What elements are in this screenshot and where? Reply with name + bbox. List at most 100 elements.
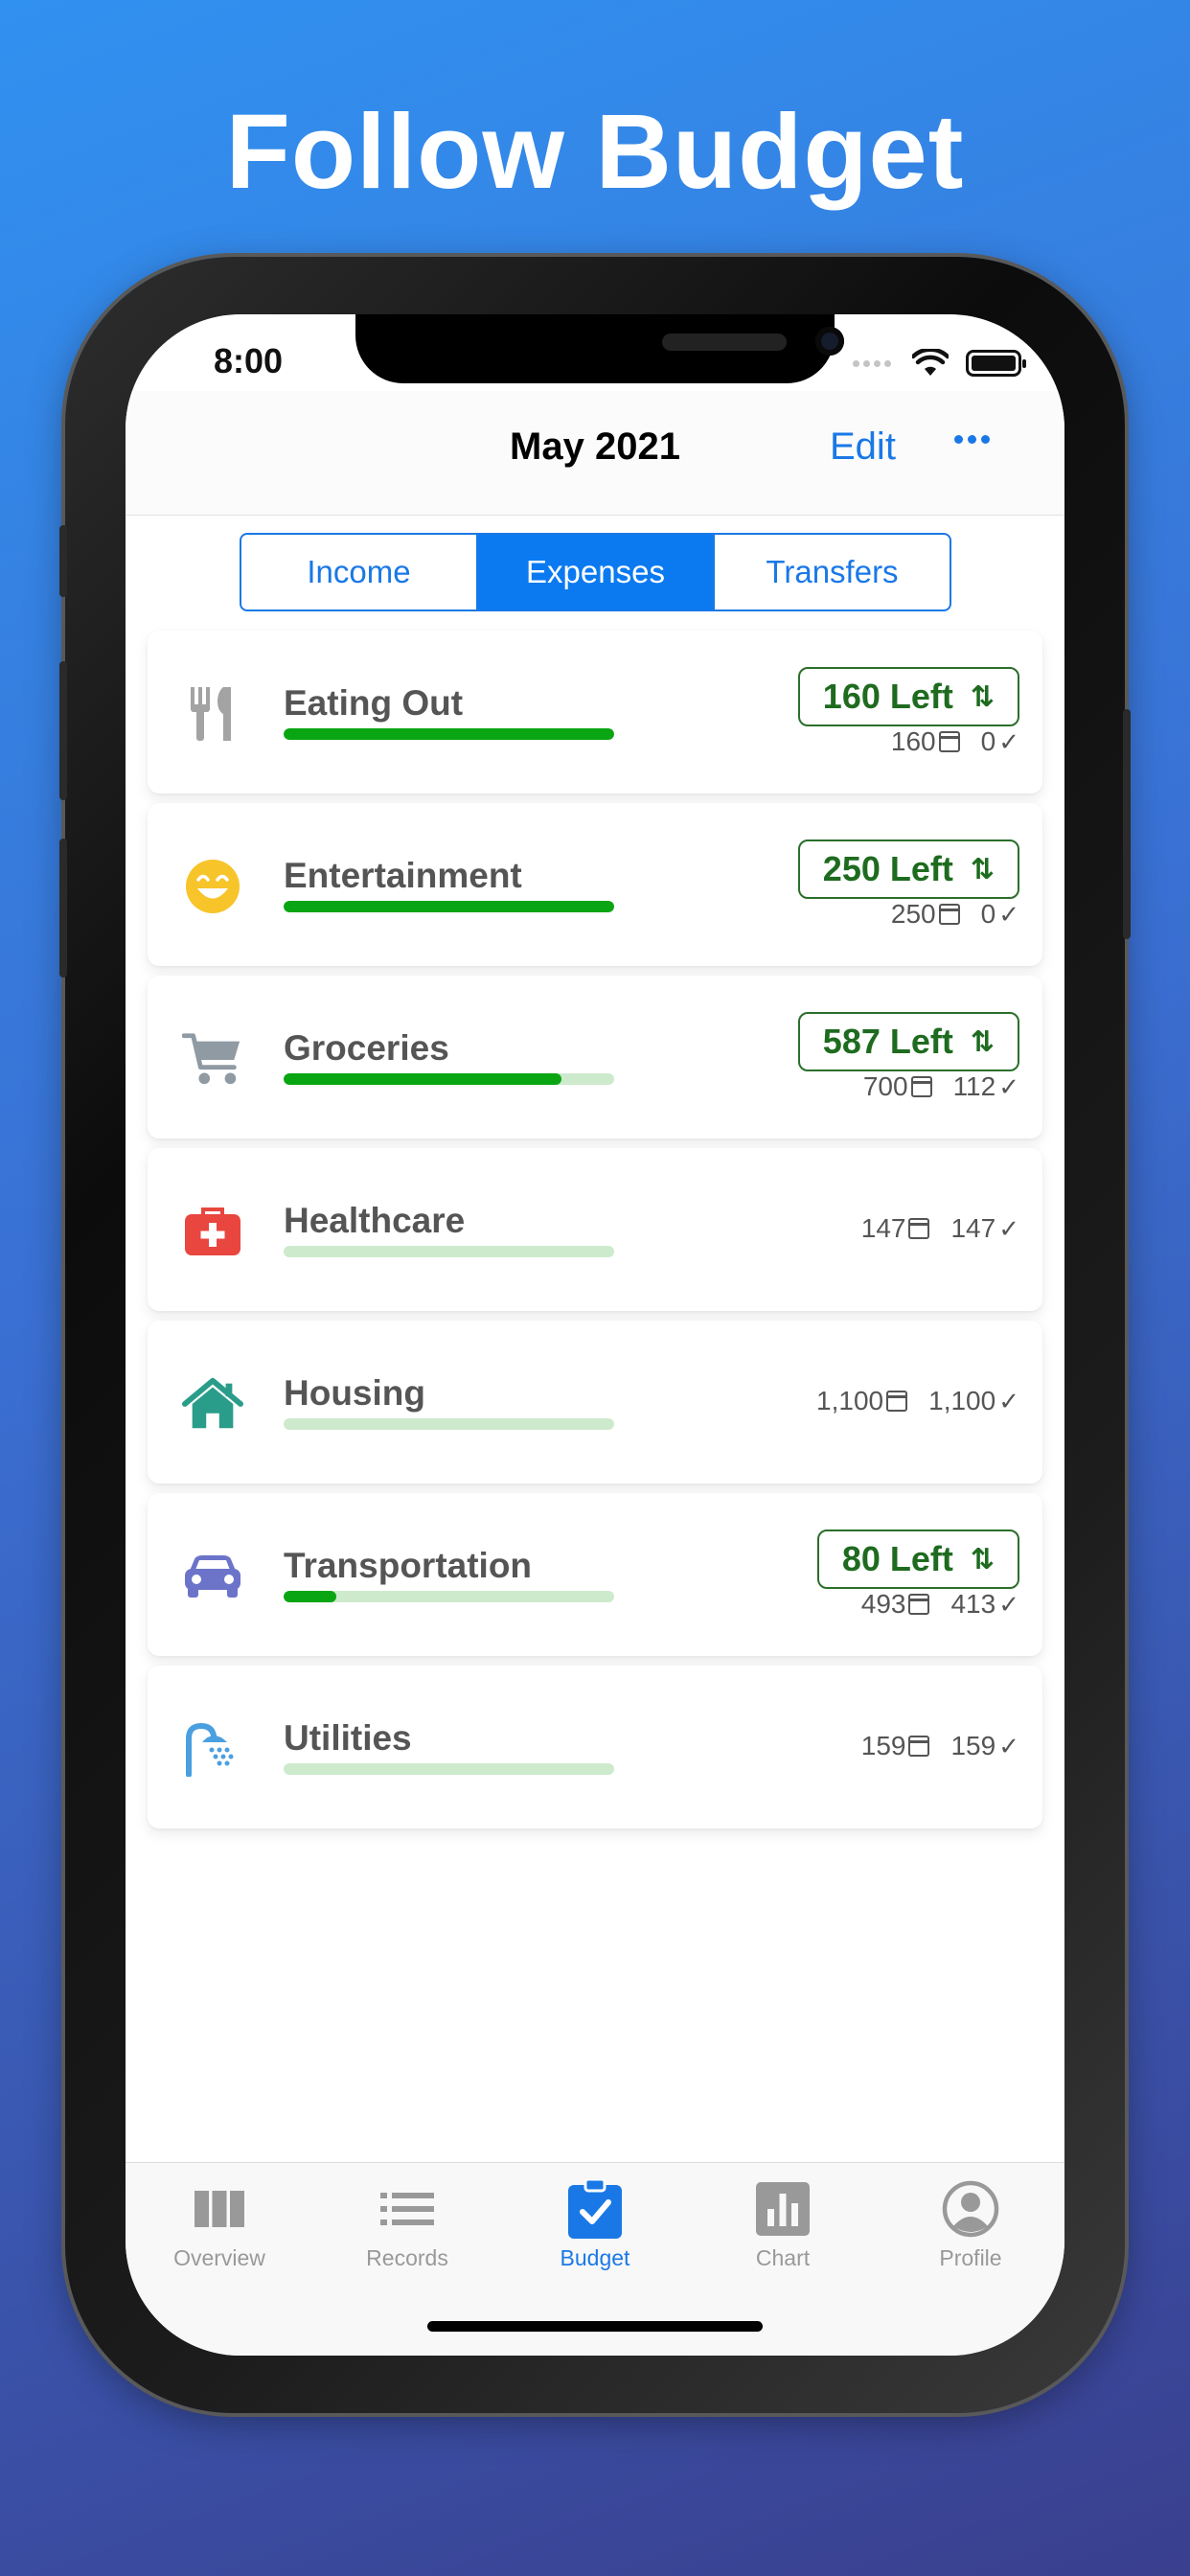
power-button bbox=[1123, 709, 1131, 939]
month-title[interactable]: May 2021 bbox=[126, 426, 1064, 469]
left-badge[interactable]: 587 Left ⇅ bbox=[797, 1012, 1019, 1071]
edit-button[interactable]: Edit bbox=[830, 426, 896, 469]
headline: Follow Budget bbox=[225, 93, 965, 211]
calendar-icon bbox=[908, 1736, 930, 1757]
status-icons bbox=[853, 349, 1026, 378]
smiley-icon bbox=[182, 856, 243, 917]
amounts: 250 0 ✓ bbox=[891, 899, 1019, 930]
volume-down-button bbox=[59, 839, 67, 978]
check-icon: ✓ bbox=[998, 1213, 1019, 1243]
amounts: 493 413 ✓ bbox=[861, 1589, 1019, 1620]
swap-icon: ⇅ bbox=[970, 680, 995, 713]
cart-icon bbox=[182, 1028, 243, 1090]
signal-icon bbox=[853, 355, 895, 372]
category-name: Entertainment bbox=[284, 856, 522, 895]
budget-amount: 159 bbox=[860, 1731, 906, 1760]
calendar-icon bbox=[910, 1076, 932, 1097]
list-icon bbox=[378, 2180, 436, 2238]
progress-bar bbox=[284, 901, 614, 912]
tab-label: Budget bbox=[560, 2245, 630, 2270]
tab-label: Chart bbox=[755, 2245, 811, 2270]
progress-bar bbox=[284, 728, 614, 740]
segment-expenses[interactable]: Expenses bbox=[478, 535, 715, 610]
spent-amount: 1,100 bbox=[928, 1386, 996, 1415]
budget-card-entertainment[interactable]: Entertainment 250 Left ⇅ 250 0 ✓ bbox=[148, 803, 1042, 966]
budget-amount: 147 bbox=[860, 1213, 906, 1243]
tab-profile[interactable]: Profile bbox=[877, 2173, 1064, 2271]
budget-amount: 493 bbox=[860, 1589, 906, 1619]
tab-budget[interactable]: Budget bbox=[501, 2173, 689, 2271]
left-badge[interactable]: 80 Left ⇅ bbox=[816, 1530, 1019, 1589]
mute-switch bbox=[59, 525, 67, 597]
swap-icon: ⇅ bbox=[970, 853, 995, 886]
left-amount: 587 Left bbox=[822, 1022, 953, 1061]
budget-card-healthcare[interactable]: Healthcare 147 147 ✓ bbox=[148, 1148, 1042, 1311]
budget-card-housing[interactable]: Housing 1,100 1,100 ✓ bbox=[148, 1321, 1042, 1484]
status-time: 8:00 bbox=[214, 341, 284, 380]
tab-chart[interactable]: Chart bbox=[689, 2173, 877, 2271]
volume-up-button bbox=[59, 661, 67, 800]
budget-amount: 160 bbox=[890, 726, 936, 756]
budget-amount: 250 bbox=[890, 899, 936, 929]
tab-records[interactable]: Records bbox=[313, 2173, 501, 2271]
clipboard-check-icon bbox=[566, 2179, 624, 2239]
calendar-icon bbox=[938, 904, 960, 925]
battery-icon bbox=[966, 350, 1026, 377]
bar-chart-icon bbox=[754, 2180, 812, 2238]
category-name: Housing bbox=[284, 1373, 425, 1413]
front-camera bbox=[815, 327, 844, 356]
left-badge[interactable]: 160 Left ⇅ bbox=[797, 667, 1019, 726]
category-name: Transportation bbox=[284, 1546, 533, 1585]
budget-card-transportation[interactable]: Transportation 80 Left ⇅ 493 413 ✓ bbox=[148, 1493, 1042, 1656]
left-amount: 80 Left bbox=[841, 1539, 953, 1578]
left-amount: 250 Left bbox=[822, 849, 953, 888]
amounts: 1,100 1,100 ✓ bbox=[816, 1386, 1019, 1416]
first-aid-icon bbox=[182, 1201, 243, 1262]
check-icon: ✓ bbox=[998, 1071, 1019, 1101]
check-icon: ✓ bbox=[998, 899, 1019, 929]
house-icon bbox=[182, 1373, 243, 1435]
segment-transfers[interactable]: Transfers bbox=[715, 535, 950, 610]
speaker bbox=[662, 334, 787, 351]
wifi-icon bbox=[912, 349, 949, 376]
columns-icon bbox=[191, 2180, 248, 2238]
progress-bar bbox=[284, 1073, 614, 1085]
spent-amount: 147 bbox=[950, 1213, 996, 1243]
user-circle-icon bbox=[942, 2180, 999, 2238]
budget-card-eating-out[interactable]: Eating Out 160 Left ⇅ 160 0 ✓ bbox=[148, 631, 1042, 794]
amounts: 160 0 ✓ bbox=[891, 726, 1019, 757]
category-name: Groceries bbox=[284, 1028, 449, 1068]
calendar-icon bbox=[886, 1391, 908, 1412]
spent-amount: 159 bbox=[950, 1731, 996, 1760]
tab-label: Profile bbox=[939, 2245, 1002, 2270]
category-name: Eating Out bbox=[284, 683, 464, 723]
tab-label: Overview bbox=[173, 2245, 265, 2270]
left-badge[interactable]: 250 Left ⇅ bbox=[797, 840, 1019, 899]
shower-icon bbox=[182, 1718, 243, 1780]
check-icon: ✓ bbox=[998, 1589, 1019, 1619]
segment-income[interactable]: Income bbox=[241, 535, 478, 610]
progress-bar bbox=[284, 1763, 614, 1775]
budget-card-groceries[interactable]: Groceries 587 Left ⇅ 700 112 ✓ bbox=[148, 976, 1042, 1138]
spent-amount: 112 bbox=[952, 1071, 996, 1101]
tab-label: Records bbox=[366, 2245, 448, 2270]
car-icon bbox=[182, 1546, 243, 1607]
category-name: Utilities bbox=[284, 1718, 412, 1758]
swap-icon: ⇅ bbox=[970, 1543, 995, 1576]
tab-overview[interactable]: Overview bbox=[126, 2173, 313, 2271]
check-icon: ✓ bbox=[998, 1731, 1019, 1760]
phone-screen: 8:00 May 2021 Edit Income Expenses Trans… bbox=[126, 314, 1064, 2356]
budget-card-utilities[interactable]: Utilities 159 159 ✓ bbox=[148, 1666, 1042, 1828]
navigation-bar: May 2021 Edit bbox=[126, 391, 1064, 516]
home-indicator bbox=[427, 2321, 763, 2332]
more-icon[interactable] bbox=[954, 435, 990, 444]
calendar-icon bbox=[938, 731, 960, 752]
calendar-icon bbox=[908, 1218, 930, 1239]
progress-bar bbox=[284, 1591, 614, 1602]
budget-amount: 1,100 bbox=[816, 1386, 884, 1415]
spent-amount: 413 bbox=[950, 1589, 996, 1619]
progress-bar bbox=[284, 1418, 614, 1430]
swap-icon: ⇅ bbox=[970, 1025, 995, 1058]
calendar-icon bbox=[908, 1594, 930, 1615]
spent-amount: 0 bbox=[980, 899, 996, 929]
